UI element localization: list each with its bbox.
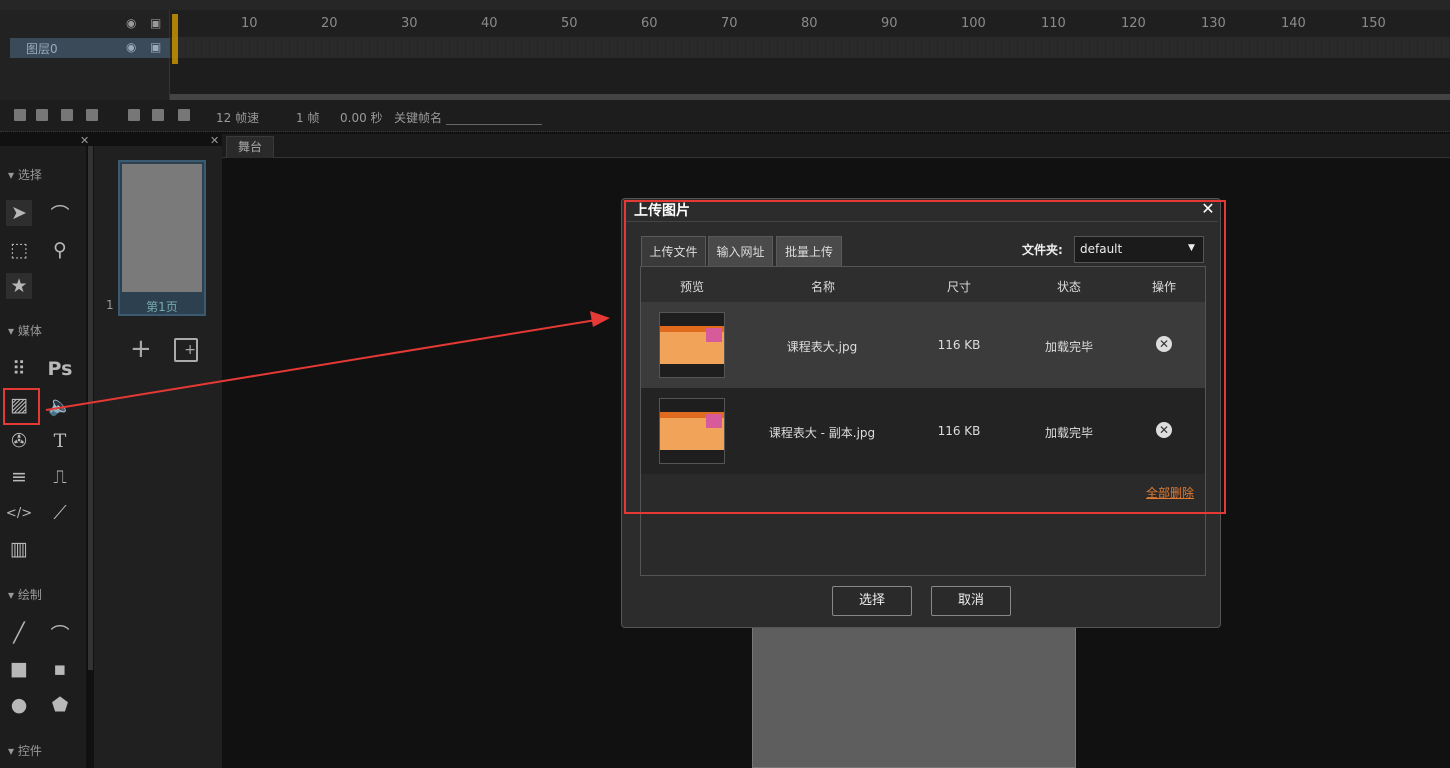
annotation-arrow [45,311,610,411]
